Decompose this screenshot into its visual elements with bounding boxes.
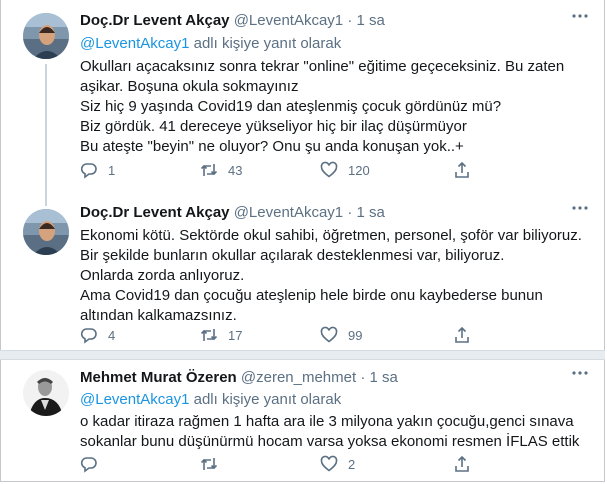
thread-divider	[0, 350, 605, 360]
author-name[interactable]: Doç.Dr Levent Akçay	[80, 12, 230, 29]
share-icon	[455, 161, 469, 178]
reply-suffix: adlı kişiye yanıt olarak	[189, 391, 342, 408]
share-icon	[455, 326, 469, 343]
separator-dot: ·	[347, 204, 353, 221]
share-button[interactable]	[453, 455, 471, 473]
retweet-icon	[200, 164, 218, 176]
retweet-button[interactable]	[200, 455, 228, 473]
separator-dot: ·	[347, 12, 353, 29]
separator-dot: ·	[360, 369, 366, 386]
retweet-icon	[200, 329, 218, 341]
tweet-header: Doç.Dr Levent Akçay @LeventAkcay1 · 1 sa	[80, 11, 589, 31]
reply-count: 4	[108, 327, 116, 343]
retweet-button[interactable]: 43	[200, 161, 242, 179]
like-button[interactable]: 2	[320, 455, 355, 473]
thread-line	[45, 64, 47, 200]
reply-suffix: adlı kişiye yanıt olarak	[189, 35, 342, 52]
share-button[interactable]	[453, 326, 471, 344]
reply-button[interactable]: 4	[80, 326, 115, 344]
more-icon[interactable]	[571, 199, 589, 221]
retweet-button[interactable]: 17	[200, 326, 242, 344]
author-handle[interactable]: @zeren_mehmet	[241, 369, 356, 386]
tweet-header: Mehmet Murat Özeren @zeren_mehmet · 1 sa	[80, 368, 589, 388]
like-count: 99	[348, 327, 363, 343]
like-icon	[320, 161, 338, 178]
tweet-actions: 4 17 99	[80, 326, 500, 348]
tweet-2[interactable]: Doç.Dr Levent Akçay @LeventAkcay1 · 1 sa…	[0, 196, 605, 346]
share-icon	[455, 455, 469, 472]
like-button[interactable]: 120	[320, 161, 370, 179]
author-handle[interactable]: @LeventAkcay1	[234, 12, 343, 29]
share-button[interactable]	[453, 161, 471, 179]
reply-icon	[80, 328, 97, 344]
tweet-1[interactable]: Doç.Dr Levent Akçay @LeventAkcay1 · 1 sa…	[0, 0, 605, 200]
more-icon[interactable]	[571, 364, 589, 386]
reply-context: @LeventAkcay1 adlı kişiye yanıt olarak	[80, 390, 589, 410]
avatar[interactable]	[23, 209, 69, 255]
tweet-actions: 2	[80, 455, 500, 477]
reply-button[interactable]: 1	[80, 161, 115, 179]
like-count: 120	[348, 162, 370, 178]
reply-mention-link[interactable]: @LeventAkcay1	[80, 35, 189, 52]
retweet-count: 17	[228, 327, 243, 343]
tweet-text: Ekonomi kötü. Sektörde okul sahibi, öğre…	[80, 227, 582, 324]
like-count: 2	[348, 456, 356, 472]
retweet-count: 43	[228, 162, 243, 178]
retweet-icon	[200, 458, 218, 470]
tweet-header: Doç.Dr Levent Akçay @LeventAkcay1 · 1 sa	[80, 203, 589, 223]
tweet-actions: 1 43 120	[80, 161, 500, 183]
like-button[interactable]: 99	[320, 326, 362, 344]
author-handle[interactable]: @LeventAkcay1	[234, 204, 343, 221]
reply-context: @LeventAkcay1 adlı kişiye yanıt olarak	[80, 34, 589, 54]
reply-icon	[80, 163, 97, 179]
tweet-text: Okulları açacaksınız sonra tekrar "onlin…	[80, 58, 565, 155]
like-icon	[320, 455, 338, 472]
avatar[interactable]	[23, 370, 69, 416]
more-icon[interactable]	[571, 7, 589, 29]
tweet-time[interactable]: 1 sa	[370, 369, 398, 386]
reply-count: 1	[108, 162, 116, 178]
avatar[interactable]	[23, 13, 69, 59]
like-icon	[320, 326, 338, 343]
reply-button[interactable]	[80, 455, 108, 473]
thread-line-top	[45, 196, 47, 206]
tweet-text: o kadar itiraza rağmen 1 hafta ara ile 3…	[80, 413, 580, 450]
tweet-3[interactable]: Mehmet Murat Özeren @zeren_mehmet · 1 sa…	[0, 360, 605, 484]
author-name[interactable]: Doç.Dr Levent Akçay	[80, 204, 230, 221]
reply-mention-link[interactable]: @LeventAkcay1	[80, 391, 189, 408]
author-name[interactable]: Mehmet Murat Özeren	[80, 369, 237, 386]
tweet-time[interactable]: 1 sa	[356, 12, 384, 29]
reply-icon	[80, 457, 97, 473]
tweet-time[interactable]: 1 sa	[356, 204, 384, 221]
